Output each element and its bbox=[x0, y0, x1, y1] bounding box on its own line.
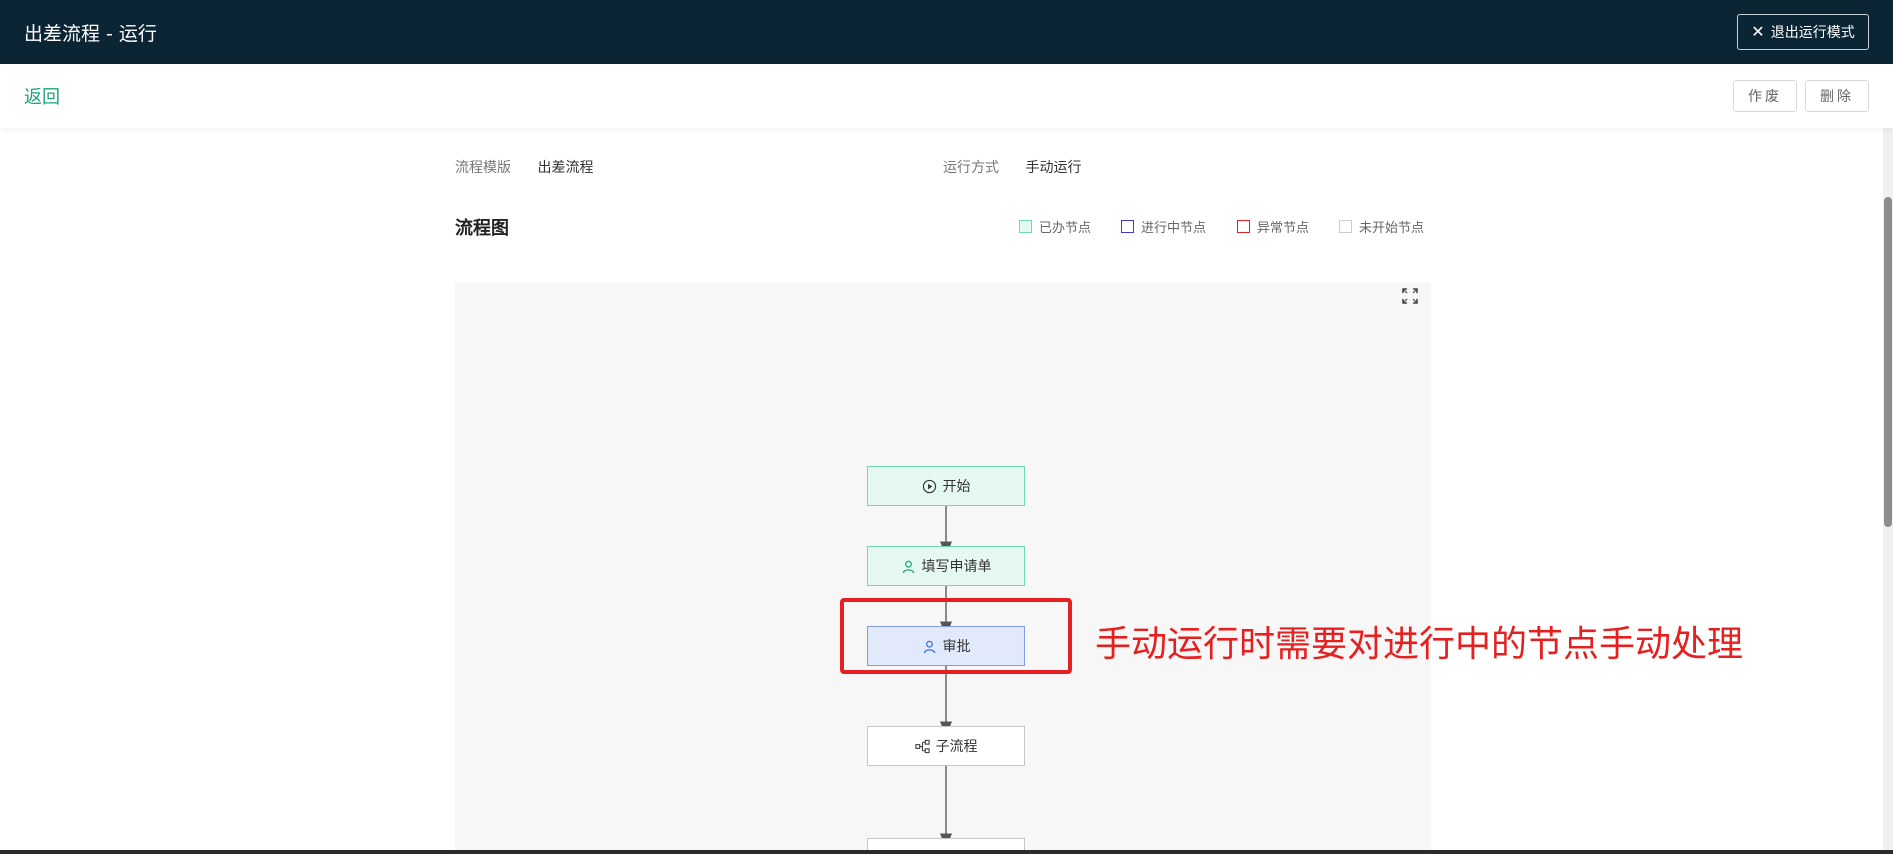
hidden-row-right bbox=[950, 128, 1010, 131]
legend-item-done: 已办节点 bbox=[1019, 217, 1091, 236]
top-header-bar: 出差流程 - 运行 ✕ 退出运行模式 bbox=[0, 0, 1893, 64]
template-row: 流程模版 出差流程 bbox=[455, 157, 593, 177]
annotation-text: 手动运行时需要对进行中的节点手动处理 bbox=[1095, 624, 1744, 665]
node-label: 开始 bbox=[942, 479, 971, 495]
run-mode-row: 运行方式 手动运行 bbox=[943, 157, 1081, 177]
close-icon: ✕ bbox=[1751, 22, 1765, 41]
legend-item-active: 进行中节点 bbox=[1121, 217, 1206, 236]
legend-label: 进行中节点 bbox=[1141, 221, 1207, 236]
legend-label: 已办节点 bbox=[1039, 221, 1092, 236]
play-circle-icon bbox=[922, 479, 936, 493]
delete-button[interactable]: 删除 bbox=[1805, 80, 1869, 112]
exit-run-mode-button[interactable]: ✕ 退出运行模式 bbox=[1737, 14, 1869, 50]
run-mode-value: 手动运行 bbox=[1025, 160, 1082, 176]
void-button[interactable]: 作废 bbox=[1733, 80, 1797, 112]
subprocess-icon bbox=[914, 739, 930, 753]
main-content: 流程模版 出差流程 运行方式 手动运行 流程图 已办节点 进行中节点 异常节点 … bbox=[0, 128, 1893, 854]
node-label: 子流程 bbox=[935, 739, 978, 755]
legend-item-error: 异常节点 bbox=[1237, 217, 1309, 236]
flow-node-fill-form[interactable]: 填写申请单 bbox=[867, 546, 1025, 586]
back-link[interactable]: 返回 bbox=[24, 83, 60, 109]
sub-header-bar: 返回 作废 删除 bbox=[0, 64, 1893, 128]
bottom-edge-strip bbox=[0, 850, 1893, 854]
scrollbar-thumb[interactable] bbox=[1884, 197, 1892, 527]
exit-run-mode-label: 退出运行模式 bbox=[1770, 25, 1855, 41]
flow-node-start[interactable]: 开始 bbox=[867, 466, 1025, 506]
annotation-highlight-box bbox=[840, 598, 1072, 674]
run-mode-label: 运行方式 bbox=[943, 160, 999, 176]
legend-swatch bbox=[1019, 220, 1032, 233]
user-icon bbox=[902, 560, 914, 573]
flow-node-subprocess[interactable]: 子流程 bbox=[867, 726, 1025, 766]
node-label: 填写申请单 bbox=[921, 559, 992, 575]
legend-swatch bbox=[1339, 220, 1352, 233]
legend-label: 未开始节点 bbox=[1359, 221, 1425, 236]
legend-swatch bbox=[1121, 220, 1134, 233]
page-title: 出差流程 - 运行 bbox=[24, 23, 157, 45]
flow-canvas[interactable]: 开始 填写申请单 审批 子流程 bbox=[455, 283, 1431, 854]
template-value: 出差流程 bbox=[537, 160, 594, 176]
legend-item-pending: 未开始节点 bbox=[1339, 217, 1424, 236]
legend-swatch bbox=[1237, 220, 1250, 233]
hidden-row-left bbox=[455, 128, 675, 131]
flow-chart-title: 流程图 bbox=[455, 218, 509, 239]
legend-label: 异常节点 bbox=[1257, 221, 1310, 236]
template-label: 流程模版 bbox=[455, 160, 511, 176]
